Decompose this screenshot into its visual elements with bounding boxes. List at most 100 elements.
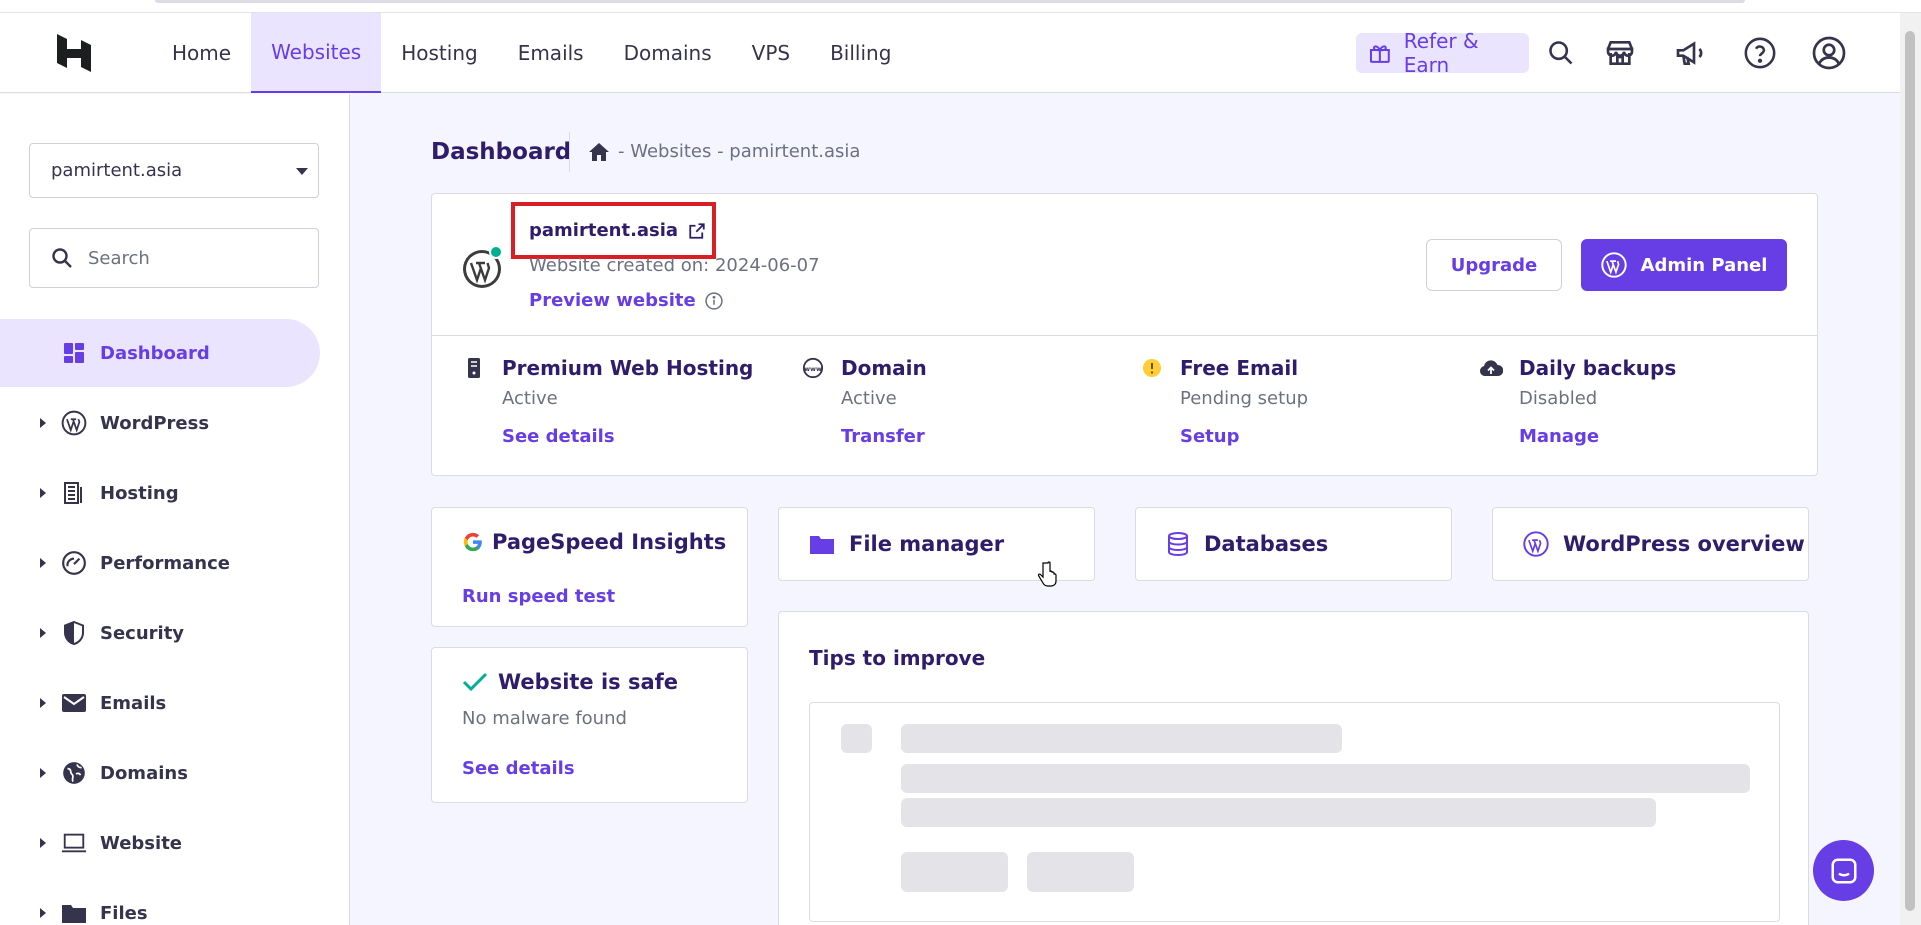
service-backups: Daily backups Disabled Manage xyxy=(1479,356,1779,466)
sidebar-item-label: Hosting xyxy=(100,482,179,504)
caret-right-icon xyxy=(40,768,46,778)
shield-icon xyxy=(61,620,87,646)
nav-vps[interactable]: VPS xyxy=(732,13,810,93)
caret-right-icon xyxy=(40,488,46,498)
external-link-icon xyxy=(689,222,705,239)
home-icon[interactable] xyxy=(588,142,610,162)
hostinger-logo-icon[interactable] xyxy=(55,32,93,74)
browser-top-strip xyxy=(0,0,1921,13)
sidebar-item-files[interactable]: Files xyxy=(0,879,320,925)
megaphone-icon[interactable] xyxy=(1671,34,1709,72)
website-safe-card: Website is safe No malware found See det… xyxy=(431,647,748,803)
wordpress-icon xyxy=(61,410,87,436)
sidebar-item-security[interactable]: Security xyxy=(0,599,320,667)
databases-label: Databases xyxy=(1204,532,1329,556)
status-online-dot xyxy=(489,245,503,259)
service-title: Premium Web Hosting xyxy=(502,356,754,380)
sidebar-item-label: Domains xyxy=(100,762,188,784)
sidebar-item-label: Security xyxy=(100,622,185,644)
caret-right-icon xyxy=(40,558,46,568)
www-icon: www xyxy=(801,356,825,380)
sidebar-item-domains[interactable]: Domains xyxy=(0,739,320,807)
skeleton-button xyxy=(901,852,1008,892)
wordpress-icon xyxy=(1600,252,1627,278)
dashboard-icon xyxy=(61,340,87,366)
website-overview-card: pamirtent.asia Website created on: 2024-… xyxy=(431,193,1818,476)
laptop-icon xyxy=(61,830,87,856)
sidebar: pamirtent.asia Search Dashboard WordPres… xyxy=(0,94,350,925)
sidebar-item-emails[interactable]: Emails xyxy=(0,669,320,737)
website-selector[interactable]: pamirtent.asia xyxy=(29,143,319,198)
cloud-upload-icon xyxy=(1479,356,1503,380)
caret-right-icon xyxy=(40,908,46,918)
account-icon[interactable] xyxy=(1810,34,1848,72)
admin-panel-button[interactable]: Admin Panel xyxy=(1581,239,1787,291)
sidebar-item-hosting[interactable]: Hosting xyxy=(0,459,320,527)
sidebar-item-performance[interactable]: Performance xyxy=(0,529,320,597)
sidebar-item-label: Dashboard xyxy=(100,342,210,364)
site-domain-link[interactable]: pamirtent.asia xyxy=(529,220,706,241)
server-icon xyxy=(462,356,486,380)
search-icon[interactable] xyxy=(1542,34,1580,72)
mouse-pointer-hand-icon xyxy=(1037,561,1057,587)
sidebar-item-dashboard[interactable]: Dashboard xyxy=(0,319,320,387)
site-domain-label: pamirtent.asia xyxy=(529,220,679,241)
preview-website-label: Preview website xyxy=(529,290,696,311)
gift-icon xyxy=(1369,45,1390,63)
sidebar-item-label: Performance xyxy=(100,552,230,574)
store-icon[interactable] xyxy=(1601,34,1639,72)
preview-website-link[interactable]: Preview website xyxy=(529,290,724,311)
warning-dot-icon xyxy=(1140,356,1164,380)
refer-earn-button[interactable]: Refer & Earn xyxy=(1356,29,1529,77)
service-manage-link[interactable]: Manage xyxy=(1519,426,1599,447)
upgrade-button[interactable]: Upgrade xyxy=(1426,239,1562,291)
nav-emails[interactable]: Emails xyxy=(498,13,604,93)
wordpress-overview-label: WordPress overview xyxy=(1563,532,1805,556)
page-scrollbar[interactable] xyxy=(1900,13,1921,925)
sidebar-item-wordpress[interactable]: WordPress xyxy=(0,389,320,457)
caret-right-icon xyxy=(40,418,46,428)
sidebar-search-input[interactable]: Search xyxy=(29,228,319,288)
help-icon[interactable] xyxy=(1741,34,1779,72)
service-domain: www Domain Active Transfer xyxy=(801,356,1101,466)
wordpress-overview-card[interactable]: WordPress overview xyxy=(1492,507,1809,581)
website-selector-value: pamirtent.asia xyxy=(51,160,183,181)
refer-earn-label: Refer & Earn xyxy=(1403,29,1479,77)
website-safe-title: Website is safe xyxy=(462,670,678,694)
tips-title: Tips to improve xyxy=(809,646,986,670)
breadcrumb-path[interactable]: - Websites - pamirtent.asia xyxy=(618,141,860,162)
run-speed-test-link[interactable]: Run speed test xyxy=(462,586,615,607)
file-manager-label: File manager xyxy=(849,532,1005,556)
info-icon[interactable] xyxy=(704,291,724,311)
caret-right-icon xyxy=(40,698,46,708)
safety-see-details-link[interactable]: See details xyxy=(462,758,575,779)
nav-domains[interactable]: Domains xyxy=(604,13,732,93)
globe-icon xyxy=(61,760,87,786)
pagespeed-title: PageSpeed Insights xyxy=(462,530,726,554)
tips-loading-skeleton xyxy=(809,702,1780,922)
service-see-details-link[interactable]: See details xyxy=(502,426,615,447)
site-created-date: Website created on: 2024-06-07 xyxy=(529,255,820,276)
sidebar-item-label: WordPress xyxy=(100,412,210,434)
caret-right-icon xyxy=(40,838,46,848)
chat-support-button[interactable] xyxy=(1813,840,1874,901)
gauge-icon xyxy=(61,550,87,576)
databases-card[interactable]: Databases xyxy=(1135,507,1452,581)
nav-websites[interactable]: Websites xyxy=(251,13,382,93)
browser-address-pill xyxy=(155,0,1745,3)
scrollbar-thumb[interactable] xyxy=(1905,31,1915,911)
skeleton-line xyxy=(901,764,1750,793)
service-transfer-link[interactable]: Transfer xyxy=(841,426,925,447)
nav-billing[interactable]: Billing xyxy=(810,13,911,93)
admin-panel-label: Admin Panel xyxy=(1640,254,1768,276)
malware-status: No malware found xyxy=(462,708,627,729)
nav-home[interactable]: Home xyxy=(152,13,251,93)
service-setup-link[interactable]: Setup xyxy=(1180,426,1239,447)
breadcrumb-divider xyxy=(569,132,570,172)
skeleton-line xyxy=(901,724,1342,753)
database-icon xyxy=(1168,532,1188,557)
nav-hosting[interactable]: Hosting xyxy=(381,13,497,93)
mail-icon xyxy=(61,690,87,716)
hosting-icon xyxy=(61,480,87,506)
sidebar-item-website[interactable]: Website xyxy=(0,809,320,877)
